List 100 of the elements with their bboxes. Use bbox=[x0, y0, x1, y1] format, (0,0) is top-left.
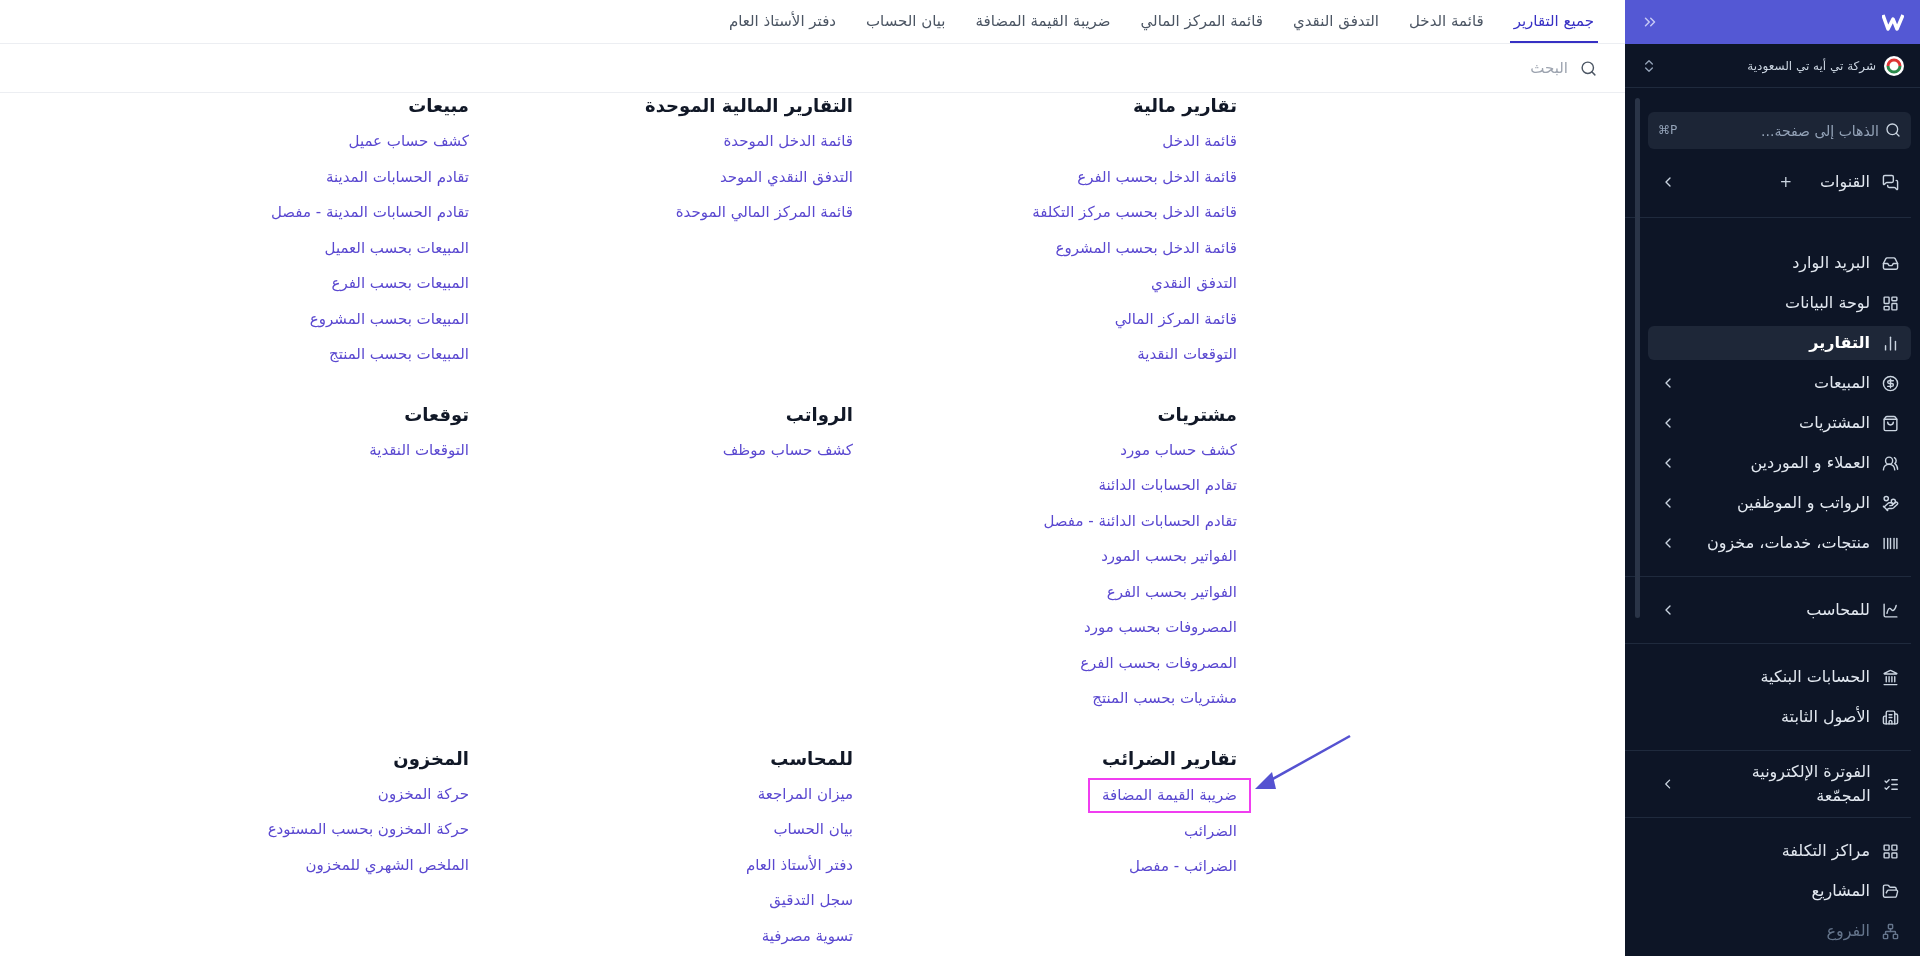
sidebar-label: الفروع bbox=[1826, 920, 1870, 943]
chat-icon bbox=[1882, 173, 1899, 191]
section-title: المخزون bbox=[393, 746, 469, 771]
inbox-icon bbox=[1882, 254, 1899, 272]
section-title: تقارير مالية bbox=[1133, 94, 1237, 118]
sidebar-label: الحسابات البنكية bbox=[1760, 666, 1870, 688]
report-link[interactable]: حركة المخزون bbox=[377, 776, 469, 812]
report-link[interactable]: التوقعات النقدية bbox=[1137, 337, 1237, 373]
sidebar-label: منتجات، خدمات، مخزون bbox=[1707, 532, 1870, 555]
sidebar-item[interactable]: الأصول الثابتة bbox=[1648, 700, 1911, 734]
add-icon[interactable]: + bbox=[1779, 170, 1792, 194]
dollar-icon bbox=[1882, 374, 1899, 392]
report-link[interactable]: المبيعات بحسب المشروع bbox=[309, 301, 469, 337]
section-title: مشتريات bbox=[1157, 402, 1237, 427]
report-link[interactable]: الفواتير بحسب المورد bbox=[1101, 539, 1237, 575]
sidebar-item[interactable]: المشتريات bbox=[1648, 406, 1911, 440]
sidebar-item[interactable]: المبيعات bbox=[1648, 366, 1911, 400]
report-search-field[interactable]: البحث bbox=[1268, 56, 1568, 80]
report-link[interactable]: المبيعات بحسب العميل bbox=[324, 230, 469, 266]
sidebar-item[interactable]: العملاء و الموردين bbox=[1648, 446, 1911, 480]
section-title: الرواتب bbox=[785, 402, 853, 427]
report-link[interactable]: الملخص الشهري للمخزون bbox=[305, 847, 469, 883]
section-title: التقارير المالية الموحدة bbox=[645, 94, 853, 118]
sidebar-item[interactable]: التقارير bbox=[1648, 326, 1911, 360]
report-link[interactable]: المبيعات بحسب الفرع bbox=[331, 266, 469, 302]
report-link[interactable]: التدفق النقدي الموحد bbox=[719, 159, 853, 195]
report-link[interactable]: المصروفات بحسب مورد bbox=[1084, 610, 1237, 646]
sidebar-item[interactable]: البريد الوارد bbox=[1648, 246, 1911, 280]
report-link[interactable]: التوقعات النقدية bbox=[369, 432, 469, 468]
scrollbar-thumb[interactable] bbox=[1635, 98, 1640, 618]
sidebar-label: لوحة البيانات bbox=[1785, 292, 1870, 315]
sidebar-item[interactable]: لوحة البيانات bbox=[1648, 286, 1911, 320]
bar-chart-icon bbox=[1882, 334, 1899, 352]
building-icon bbox=[1882, 708, 1899, 726]
tab[interactable]: جميع التقارير bbox=[1509, 1, 1598, 43]
sidebar-label: المبيعات bbox=[1814, 372, 1870, 394]
tab[interactable]: التدفق النقدي bbox=[1288, 1, 1383, 43]
report-link[interactable]: حركة المخزون بحسب المستودع bbox=[267, 812, 469, 848]
report-link[interactable]: ميزان المراجعة bbox=[757, 776, 853, 812]
users-icon bbox=[1882, 454, 1899, 472]
shortcut-hint: ⌘P bbox=[1658, 122, 1678, 138]
report-link[interactable]: ضريبة القيمة المضافة bbox=[1087, 777, 1251, 813]
search-icon bbox=[1885, 122, 1901, 138]
report-link[interactable]: قائمة الدخل بحسب مركز التكلفة bbox=[1032, 195, 1237, 231]
report-link[interactable]: تسوية مصرفية bbox=[761, 918, 853, 954]
search-icon bbox=[1580, 59, 1597, 77]
section-title: مبيعات bbox=[408, 94, 469, 118]
report-link[interactable]: التدفق النقدي bbox=[1150, 266, 1237, 302]
sidebar-item[interactable]: القنوات + bbox=[1648, 165, 1911, 199]
grid-icon bbox=[1882, 842, 1899, 860]
section-title: توقعات bbox=[404, 402, 469, 427]
bank-icon bbox=[1882, 668, 1899, 686]
sidebar-label: المشاريع bbox=[1811, 880, 1870, 903]
report-link[interactable]: قائمة المركز المالي الموحدة bbox=[675, 195, 853, 231]
report-link[interactable]: قائمة الدخل بحسب الفرع bbox=[1077, 159, 1237, 195]
tab[interactable]: بيان الحساب bbox=[862, 1, 950, 43]
report-link[interactable]: الفواتير بحسب الفرع bbox=[1106, 574, 1237, 610]
report-link[interactable]: تقادم الحسابات الدائنة - مفصل bbox=[1043, 503, 1237, 539]
sidebar-item[interactable]: المشاريع bbox=[1648, 874, 1911, 908]
report-link[interactable]: قائمة الدخل bbox=[1162, 124, 1237, 160]
sidebar-item[interactable]: للمحاسب bbox=[1648, 593, 1911, 627]
report-link[interactable]: مشتريات بحسب المنتج bbox=[1092, 681, 1237, 717]
sidebar-item[interactable]: الرواتب و الموظفين bbox=[1648, 486, 1911, 520]
tab[interactable]: قائمة الدخل bbox=[1405, 1, 1488, 43]
company-name: شركة تي أيه تي السعودية bbox=[1747, 57, 1876, 75]
report-link[interactable]: كشف حساب موظف bbox=[722, 432, 853, 468]
sidebar-item[interactable]: مراكز التكلفة bbox=[1648, 834, 1911, 868]
report-link[interactable]: قائمة المركز المالي bbox=[1114, 301, 1237, 337]
report-link[interactable]: سجل التدقيق bbox=[769, 883, 853, 919]
section-title: تقارير الضرائب bbox=[1102, 746, 1237, 771]
sidebar-label: الأصول الثابتة bbox=[1781, 705, 1870, 729]
sidebar-item[interactable]: منتجات، خدمات، مخزون bbox=[1648, 526, 1911, 560]
report-link[interactable]: المصروفات بحسب الفرع bbox=[1080, 645, 1237, 681]
sidebar-label: مراكز التكلفة bbox=[1781, 840, 1870, 863]
sidebar-label: للمحاسب bbox=[1806, 599, 1870, 621]
report-link[interactable]: دفتر الأستاذ العام bbox=[745, 847, 853, 883]
tab[interactable]: قائمة المركز المالي bbox=[1136, 1, 1267, 43]
sidebar-label: التقارير bbox=[1809, 332, 1870, 354]
coins-icon bbox=[1882, 494, 1899, 512]
sidebar-label: المشتريات bbox=[1799, 412, 1870, 435]
report-link[interactable]: بيان الحساب bbox=[773, 812, 853, 848]
tab[interactable]: ضريبة القيمة المضافة bbox=[971, 1, 1115, 43]
report-link[interactable]: تقادم الحسابات المدينة - مفصل bbox=[270, 195, 469, 231]
report-link[interactable]: قائمة الدخل الموحدة bbox=[723, 124, 853, 160]
sidebar-label: الفوترة الإلكترونية المجمّعة bbox=[1750, 761, 1871, 807]
report-link[interactable]: الضرائب bbox=[1183, 813, 1237, 849]
sidebar-label: العملاء و الموردين bbox=[1750, 452, 1870, 475]
report-link[interactable]: كشف حساب عميل bbox=[348, 124, 469, 160]
report-link[interactable]: قائمة الدخل بحسب المشروع bbox=[1055, 230, 1237, 266]
report-link[interactable]: كشف حساب مورد bbox=[1120, 432, 1237, 468]
dashboard-icon bbox=[1882, 294, 1899, 312]
report-link[interactable]: الضرائب - مفصل bbox=[1128, 849, 1237, 885]
report-link[interactable]: تقادم الحسابات الدائنة bbox=[1098, 468, 1237, 504]
report-link[interactable]: تقادم الحسابات المدينة bbox=[325, 159, 469, 195]
report-link[interactable]: المبيعات بحسب المنتج bbox=[328, 337, 469, 373]
sidebar-item[interactable]: الحسابات البنكية bbox=[1648, 660, 1911, 694]
sidebar-label: القنوات bbox=[1820, 171, 1870, 194]
sidebar-label: البريد الوارد bbox=[1792, 252, 1870, 275]
tab[interactable]: دفتر الأستاذ العام bbox=[724, 1, 840, 43]
chart-icon bbox=[1882, 601, 1899, 619]
